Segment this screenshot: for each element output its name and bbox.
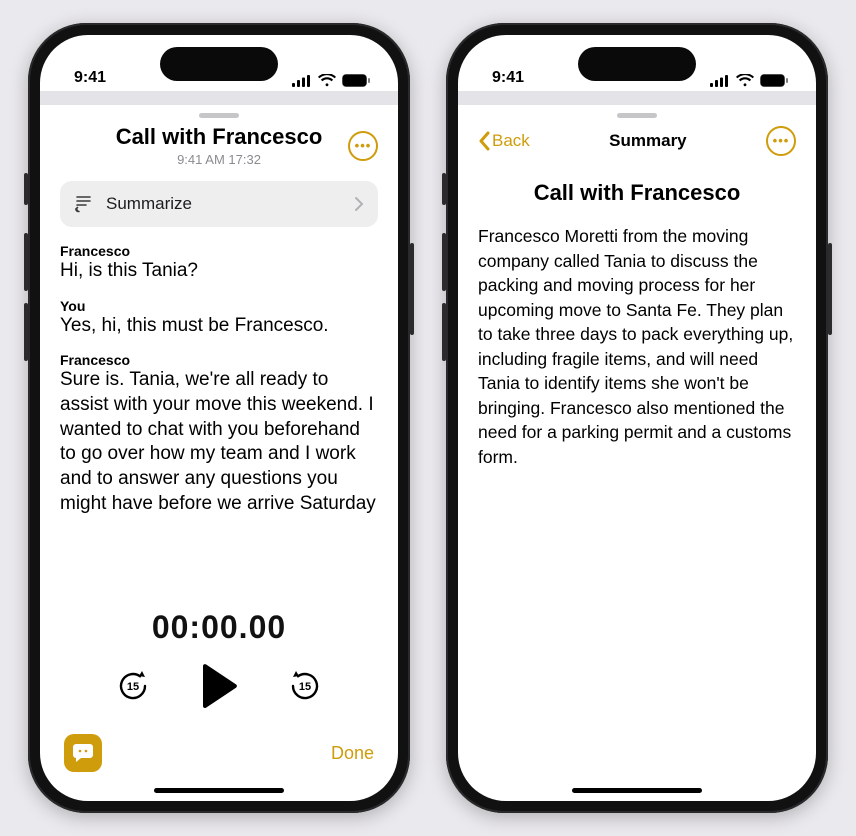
home-indicator[interactable]: [154, 788, 284, 793]
call-title: Call with Francesco: [90, 124, 348, 150]
transcript-text: Yes, hi, this must be Francesco.: [60, 314, 378, 339]
call-subtitle: 9:41 AM 17:32: [90, 152, 348, 167]
battery-icon: [342, 74, 370, 87]
battery-icon: [760, 74, 788, 87]
status-time: 9:41: [74, 69, 106, 87]
transcript-entry: You Yes, hi, this must be Francesco.: [60, 298, 378, 339]
chevron-right-icon: [354, 196, 364, 212]
summarize-button[interactable]: Summarize: [60, 181, 378, 227]
skip-back-15-button[interactable]: 15: [115, 668, 151, 704]
sheet-grabber[interactable]: [199, 113, 239, 118]
status-indicators: [710, 74, 788, 87]
phone-summary: 9:41 Back Summary ••• Call with Francesc…: [446, 23, 828, 813]
transcript-toggle-button[interactable]: [64, 734, 102, 772]
play-icon: [199, 664, 239, 708]
speaker-label: Francesco: [60, 352, 378, 368]
summary-title: Call with Francesco: [478, 180, 796, 206]
status-bar: 9:41: [458, 35, 816, 91]
back-label: Back: [492, 131, 530, 151]
sheet-grabber[interactable]: [617, 113, 657, 118]
transcript-text: Sure is. Tania, we're all ready to assis…: [60, 368, 378, 516]
home-indicator[interactable]: [572, 788, 702, 793]
status-time: 9:41: [492, 69, 524, 87]
status-indicators: [292, 74, 370, 87]
skip-forward-15-button[interactable]: 15: [287, 668, 323, 704]
cellular-icon: [710, 75, 730, 87]
sheet-background-peek: [40, 91, 398, 105]
cellular-icon: [292, 75, 312, 87]
summarize-icon: [74, 195, 94, 213]
wifi-icon: [736, 74, 754, 87]
more-options-button[interactable]: •••: [348, 131, 378, 161]
back-button[interactable]: Back: [478, 131, 530, 151]
transcript-list: Francesco Hi, is this Tania? You Yes, hi…: [60, 243, 378, 517]
chevron-left-icon: [478, 131, 490, 151]
status-bar: 9:41: [40, 35, 398, 91]
sheet-background-peek: [458, 91, 816, 105]
transcript-text: Hi, is this Tania?: [60, 259, 378, 284]
done-button[interactable]: Done: [331, 743, 374, 764]
player: 00:00.00 15 15: [60, 609, 378, 734]
transcript-entry: Francesco Sure is. Tania, we're all read…: [60, 352, 378, 516]
summary-body: Francesco Moretti from the moving compan…: [478, 224, 796, 469]
phone-transcript: 9:41 Call with Francesco 9:41 AM 17:32 •…: [28, 23, 410, 813]
svg-text:15: 15: [299, 681, 311, 693]
speech-bubble-icon: [72, 743, 94, 763]
nav-title: Summary: [609, 131, 686, 151]
speaker-label: You: [60, 298, 378, 314]
transcript-entry: Francesco Hi, is this Tania?: [60, 243, 378, 284]
speaker-label: Francesco: [60, 243, 378, 259]
playback-time: 00:00.00: [60, 609, 378, 646]
more-options-button[interactable]: •••: [766, 126, 796, 156]
play-button[interactable]: [199, 664, 239, 708]
wifi-icon: [318, 74, 336, 87]
summarize-label: Summarize: [106, 194, 192, 214]
svg-text:15: 15: [127, 681, 139, 693]
